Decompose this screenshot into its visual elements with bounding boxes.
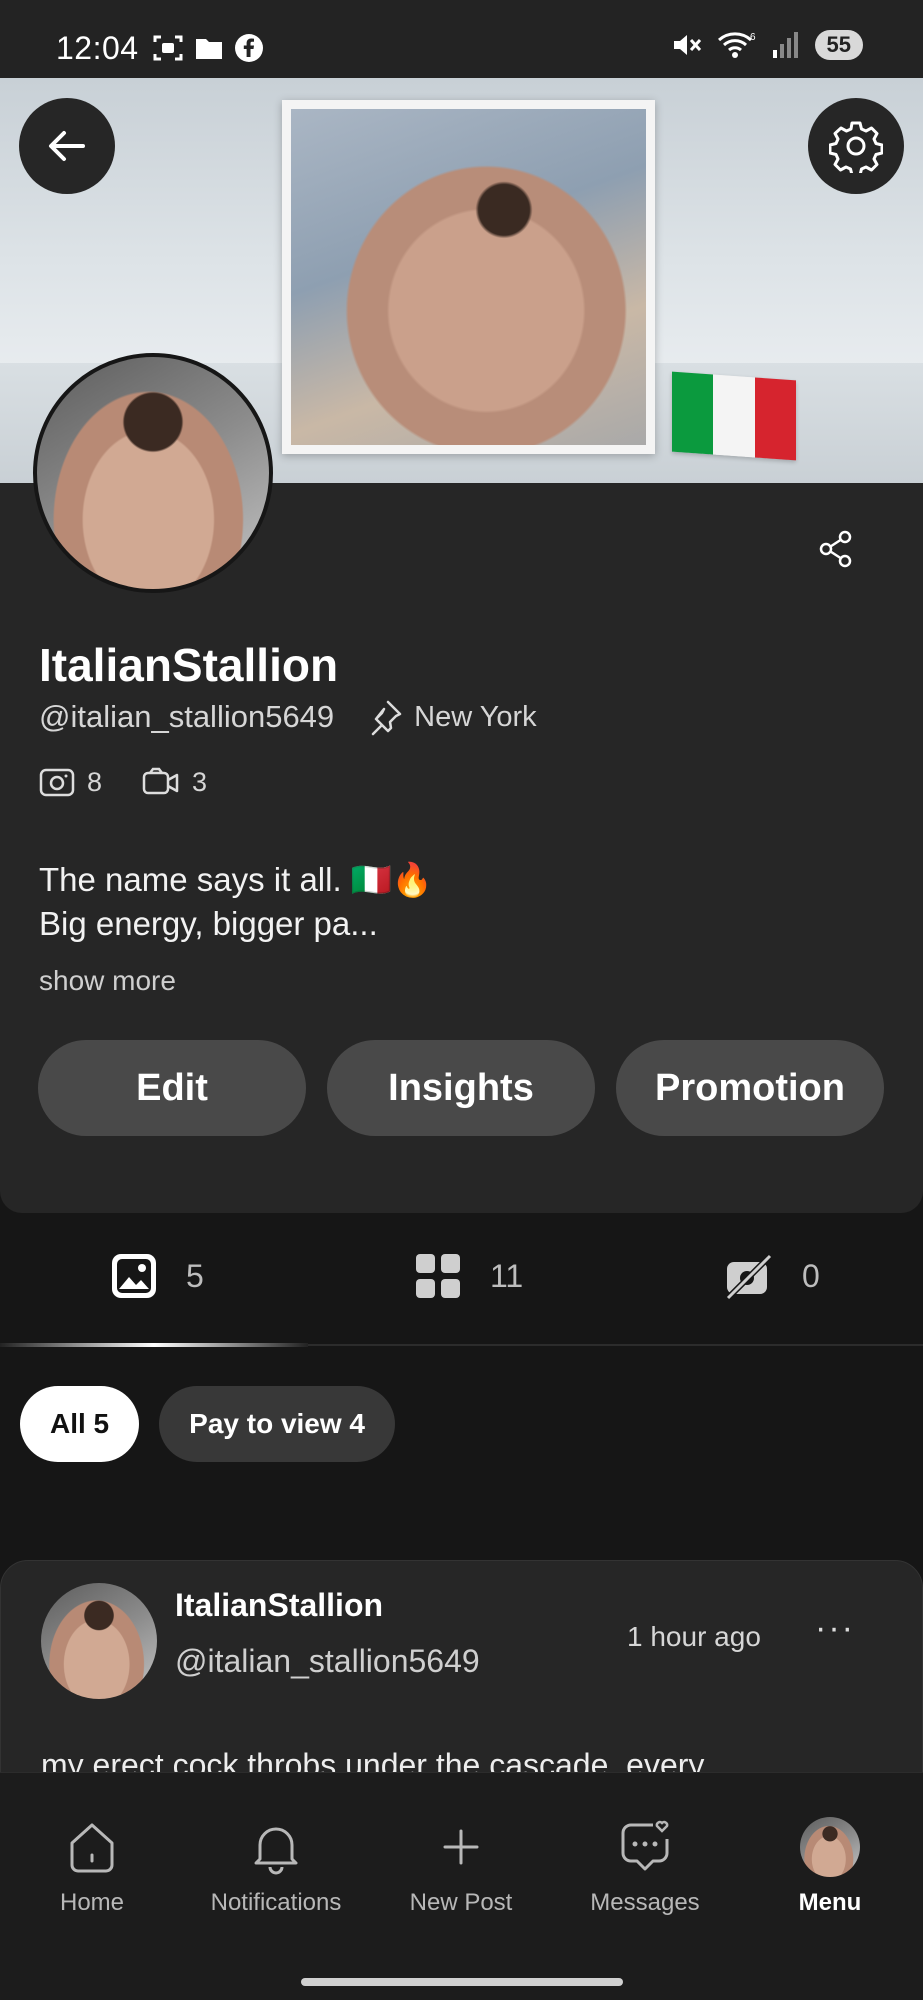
back-button[interactable]: [19, 98, 115, 194]
gear-icon: [829, 121, 883, 173]
svg-text:6: 6: [750, 32, 756, 43]
arrow-left-icon: [49, 131, 85, 161]
tab-locked[interactable]: 0: [724, 1252, 820, 1300]
pin-icon: [371, 700, 402, 736]
insights-button[interactable]: Insights: [327, 1040, 595, 1136]
nav-home[interactable]: Home: [2, 1817, 182, 1917]
profile-handle: @italian_stallion5649: [39, 699, 335, 734]
status-bar: 12:04 6 55: [0, 0, 923, 78]
share-icon: [819, 530, 852, 568]
handle-row: @italian_stallion5649 New York: [39, 698, 537, 736]
promotion-button[interactable]: Promotion: [616, 1040, 884, 1136]
hidden-media-icon: [725, 1253, 773, 1300]
bell-icon: [254, 1827, 298, 1875]
show-more-link[interactable]: show more: [39, 965, 176, 997]
nav-menu-avatar: [800, 1817, 860, 1877]
banner-photo-image: [291, 109, 646, 445]
bottom-nav: Home Notifications New Post Messages Men…: [0, 1772, 923, 2000]
post-author-handle: @italian_stallion5649: [175, 1643, 480, 1679]
post-timestamp: 1 hour ago: [627, 1621, 761, 1652]
photo-count-value: 8: [87, 766, 103, 797]
post-card[interactable]: ItalianStallion @italian_stallion5649 1 …: [0, 1560, 923, 1800]
home-indicator[interactable]: [301, 1978, 623, 1986]
profile-actions: Edit Insights Promotion: [38, 1040, 884, 1136]
post-more-button[interactable]: ···: [815, 1609, 855, 1648]
video-camera-icon: [142, 767, 179, 795]
grid-icon: [416, 1254, 460, 1298]
tab-photos[interactable]: 5: [110, 1252, 204, 1300]
nav-notifications[interactable]: Notifications: [186, 1817, 366, 1917]
filter-all-chip[interactable]: All 5: [20, 1386, 140, 1462]
share-button[interactable]: [818, 530, 854, 573]
wifi-icon: 6: [717, 32, 756, 58]
nav-messages-label: Messages: [590, 1889, 700, 1916]
bio-line-1: The name says it all. 🇮🇹🔥: [39, 861, 433, 898]
nav-notifications-label: Notifications: [210, 1889, 342, 1916]
nav-menu-label: Menu: [798, 1889, 862, 1916]
edit-button[interactable]: Edit: [38, 1040, 306, 1136]
profile-avatar[interactable]: [33, 353, 273, 593]
message-heart-icon: [621, 1820, 669, 1871]
location-text: New York: [414, 700, 537, 733]
nav-home-label: Home: [59, 1889, 125, 1916]
nav-messages[interactable]: Messages: [555, 1817, 735, 1917]
bio-line-2: Big energy, bigger pa...: [39, 905, 378, 942]
photo-count: 8: [39, 766, 102, 798]
banner-photo: [282, 100, 655, 454]
video-count-value: 3: [192, 766, 208, 797]
facebook-icon: [235, 34, 263, 62]
tab-grid[interactable]: 11: [414, 1252, 523, 1300]
mute-icon: [673, 35, 701, 55]
media-counts: 8 3: [39, 766, 207, 798]
italian-flag: [672, 371, 796, 461]
status-right-icons: 6 55: [671, 30, 863, 60]
tab-active-indicator: [0, 1343, 308, 1347]
battery-indicator: 55: [814, 30, 863, 60]
signal-icon: [772, 32, 798, 58]
display-name: ItalianStallion: [39, 639, 339, 691]
tab-locked-count: 0: [802, 1257, 820, 1294]
settings-button[interactable]: [808, 98, 904, 194]
folder-icon: [196, 39, 222, 59]
tab-photos-count: 5: [186, 1257, 204, 1294]
plus-icon: [443, 1829, 479, 1865]
screenshot-icon: [153, 35, 183, 61]
filter-chips: All 5 Pay to view 4: [20, 1386, 396, 1462]
filter-pay-to-view-chip[interactable]: Pay to view 4: [159, 1386, 396, 1462]
content-tabs: 5 11 0: [0, 1240, 923, 1350]
tab-grid-count: 11: [490, 1257, 524, 1294]
image-icon: [112, 1254, 156, 1298]
post-author-name[interactable]: ItalianStallion: [175, 1587, 383, 1624]
post-avatar[interactable]: [41, 1583, 157, 1699]
profile-bio: The name says it all. 🇮🇹🔥 Big energy, bi…: [39, 858, 879, 946]
status-left-icons: [152, 33, 264, 63]
flag-green: [672, 371, 714, 455]
home-icon: [70, 1823, 114, 1873]
status-time: 12:04: [56, 30, 139, 66]
video-count: 3: [142, 766, 207, 798]
flag-red: [754, 377, 796, 461]
flag-white: [713, 374, 755, 458]
nav-menu[interactable]: Menu: [740, 1817, 920, 1917]
nav-new-post-label: New Post: [409, 1889, 513, 1916]
camera-icon: [39, 768, 75, 797]
nav-new-post[interactable]: New Post: [371, 1817, 551, 1917]
location: New York: [366, 698, 537, 736]
